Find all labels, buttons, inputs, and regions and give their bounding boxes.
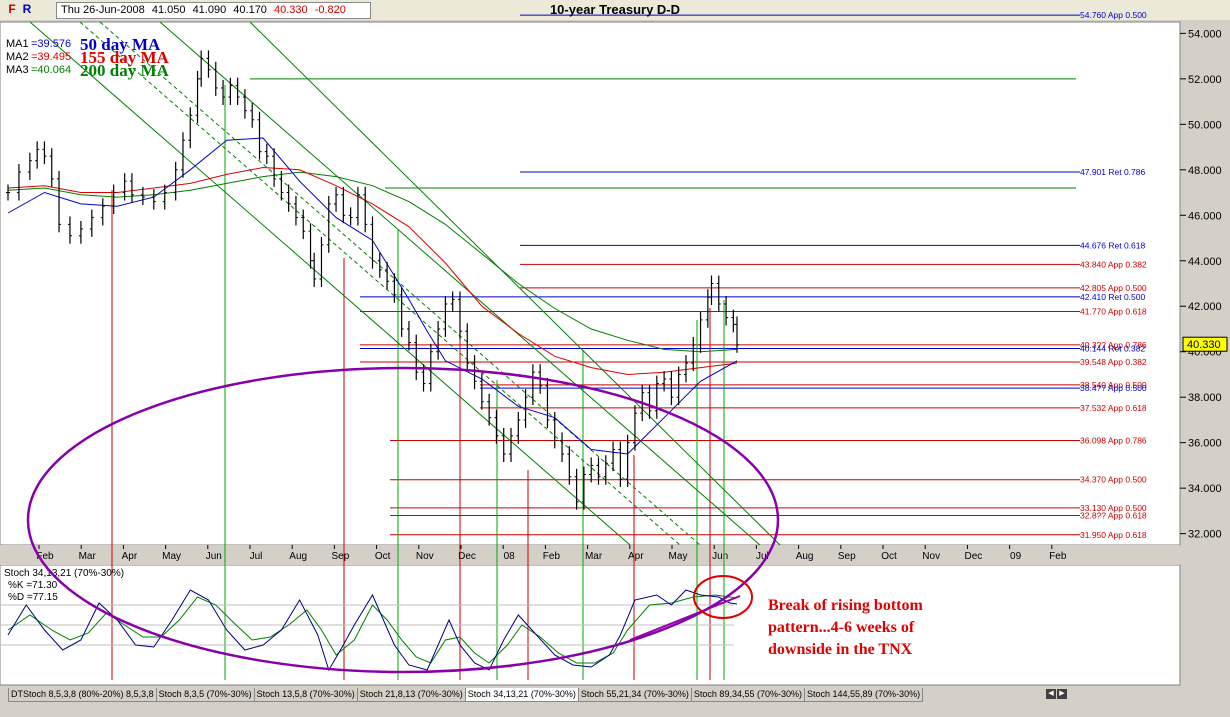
y-tick-label: 44.000 [1188, 256, 1222, 268]
x-tick-label: May [162, 551, 181, 562]
stoch-title: Stoch 34,13,21 (70%-30%) [4, 568, 124, 579]
y-tick-label: 38.000 [1188, 392, 1222, 404]
x-tick-label: Mar [79, 551, 97, 562]
x-tick-label: Dec [458, 551, 476, 562]
fib-level-label: 39.548 App 0.382 [1080, 357, 1147, 367]
annotation-text: Break of rising bottom [768, 597, 923, 614]
stoch-k-label: %K =71.30 [8, 580, 58, 591]
indicator-tab[interactable]: Stoch 55,21,34 (70%-30%) [577, 688, 692, 702]
indicator-tab-bar: DTStoch 8,5,3,8 (80%-20%) 8,5,3,8 Stoch 8… [0, 687, 1230, 717]
y-tick-label: 34.000 [1188, 483, 1222, 495]
indicator-tab[interactable]: Stoch 13,5,8 (70%-30%) [253, 688, 358, 702]
fib-level-label: 38.4?? App 0.500 [1080, 383, 1147, 393]
ma-legend-label: MA1 [6, 38, 29, 50]
x-tick-label: Apr [122, 551, 138, 562]
x-tick-label: May [669, 551, 688, 562]
fib-level-label: 36.098 App 0.786 [1080, 435, 1147, 445]
indicator-tab[interactable]: Stoch 34,13,21 (70%-30%) [464, 688, 579, 702]
y-tick-label: 36.000 [1188, 438, 1222, 450]
x-tick-label: Oct [375, 551, 391, 562]
ma-legend-label: MA3 [6, 64, 29, 76]
tab-strip: DTStoch 8,5,3,8 (80%-20%) 8,5,3,8 Stoch 8… [8, 688, 924, 702]
x-tick-label: Jul [250, 551, 263, 562]
ma-legend-value: =39.495 [31, 51, 71, 63]
tab-next-button[interactable]: ▶ [1057, 689, 1067, 699]
x-tick-label: Aug [796, 551, 814, 562]
fib-level-label: 37.532 App 0.618 [1080, 403, 1147, 413]
fib-level-label: 42.410 Ret 0.500 [1080, 292, 1145, 302]
fib-level-label: 43.840 App 0.382 [1080, 259, 1147, 269]
fib-level-label: 32.8?? App 0.618 [1080, 510, 1147, 520]
tab-nav: ◀ ▶ [1046, 689, 1068, 699]
x-tick-label: Aug [289, 551, 307, 562]
y-tick-label: 54.000 [1188, 28, 1222, 40]
x-tick-label: Nov [416, 551, 434, 562]
x-tick-label: Dec [965, 551, 983, 562]
x-tick-label: 09 [1010, 551, 1022, 562]
fib-level-label: 40.144 Ret 0.382 [1080, 343, 1145, 353]
indicator-tab[interactable]: Stoch 8,3,5 (70%-30%) [155, 688, 255, 702]
fib-level-label: 54.760 App 0.500 [1080, 10, 1147, 20]
x-tick-label: Mar [585, 551, 603, 562]
x-tick-label: Nov [922, 551, 940, 562]
y-tick-label: 32.000 [1188, 529, 1222, 541]
y-tick-label: 46.000 [1188, 210, 1222, 222]
y-tick-label: 52.000 [1188, 74, 1222, 86]
tab-prev-button[interactable]: ◀ [1046, 689, 1056, 699]
indicator-tab[interactable]: Stoch 89,34,55 (70%-30%) [690, 688, 805, 702]
last-price-label: 40.330 [1187, 339, 1221, 351]
fib-level-label: 31.950 App 0.618 [1080, 530, 1147, 540]
x-tick-label: Oct [881, 551, 897, 562]
ma-legend-value: =39.576 [31, 38, 71, 50]
fib-level-label: 47.901 Ret 0.786 [1080, 167, 1145, 177]
x-tick-label: Feb [1049, 551, 1067, 562]
charting-window: F R Thu 26-Jun-2008 41.050 41.090 40.170… [0, 0, 1230, 717]
indicator-tab[interactable]: DTStoch 8,5,3,8 (80%-20%) 8,5,3,8 [8, 688, 157, 702]
x-tick-label: Sep [332, 551, 350, 562]
ma-legend-value: =40.064 [31, 64, 71, 76]
fib-level-label: 34.370 App 0.500 [1080, 475, 1147, 485]
x-tick-label: Sep [838, 551, 856, 562]
y-tick-label: 48.000 [1188, 165, 1222, 177]
x-tick-label: 08 [504, 551, 516, 562]
indicator-tab[interactable]: Stoch 21,8,13 (70%-30%) [356, 688, 466, 702]
indicator-tab[interactable]: Stoch 144,55,89 (70%-30%) [804, 688, 924, 702]
y-tick-label: 42.000 [1188, 301, 1222, 313]
x-tick-label: Jun [206, 551, 222, 562]
annotation-text: downside in the TNX [768, 641, 913, 658]
fib-level-label: 44.676 Ret 0.618 [1080, 240, 1145, 250]
fib-level-label: 41.770 App 0.618 [1080, 306, 1147, 316]
x-tick-label: Apr [628, 551, 644, 562]
ma-legend-title: 200 day MA [80, 61, 170, 80]
x-tick-label: Jun [712, 551, 728, 562]
stoch-d-label: %D =77.15 [8, 592, 58, 603]
x-tick-label: Feb [543, 551, 561, 562]
y-tick-label: 50.000 [1188, 119, 1222, 131]
ma-legend-label: MA2 [6, 51, 29, 63]
chart-canvas[interactable]: 32.00034.00036.00038.00040.00042.00044.0… [0, 0, 1230, 687]
annotation-text: pattern...4-6 weeks of [768, 619, 915, 636]
